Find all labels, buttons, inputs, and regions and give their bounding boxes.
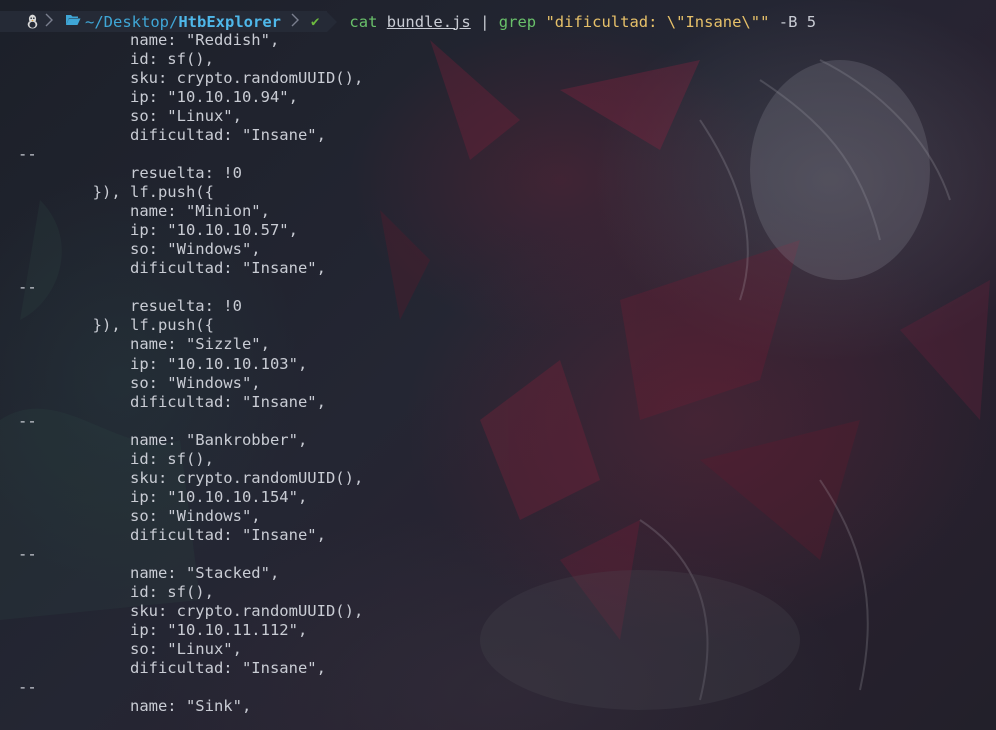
grep-separator: -- [18, 411, 37, 430]
output-line: name: "Minion", [18, 202, 270, 221]
command-name: cat [349, 12, 378, 31]
output-line: sku: crypto.randomUUID(), [18, 601, 364, 620]
directory-segment: ~/Desktop/HtbExplorer [57, 11, 307, 32]
os-segment [0, 11, 57, 32]
output-line: resuelta: !0 [18, 164, 242, 183]
output-line: name: "Sizzle", [18, 335, 270, 354]
command-flag: -B 5 [778, 12, 817, 31]
output-line: name: "Bankrobber", [18, 430, 308, 449]
command-file-arg: bundle.js [386, 12, 471, 31]
terminal-window[interactable]: ~/Desktop/HtbExplorer ✔ cat bundle.js | … [0, 0, 996, 730]
output-line: so: "Linux", [18, 639, 242, 658]
check-icon: ✔ [310, 13, 320, 30]
current-directory: HtbExplorer [178, 12, 281, 31]
command-grep: grep [498, 12, 537, 31]
output-line: so: "Windows", [18, 373, 261, 392]
output-line: id: sf(), [18, 50, 214, 69]
linux-tux-icon [26, 14, 39, 29]
directory-path: ~/Desktop/ [85, 12, 179, 31]
status-segment: ✔ [306, 11, 328, 32]
output-line: so: "Linux", [18, 107, 242, 126]
folder-open-icon [65, 13, 81, 30]
output-line: so: "Windows", [18, 506, 261, 525]
output-line: name: "Stacked", [18, 563, 280, 582]
chevron-right-icon [291, 13, 299, 31]
output-line: id: sf(), [18, 449, 214, 468]
chevron-right-icon [45, 13, 53, 31]
command-pattern: "dificultad: \"Insane\"" [545, 12, 770, 31]
grep-separator: -- [18, 278, 37, 297]
output-line: ip: "10.10.10.103", [18, 354, 308, 373]
output-line: }), lf.push({ [18, 316, 214, 335]
grep-separator: -- [18, 544, 37, 563]
output-line: ip: "10.10.10.154", [18, 487, 308, 506]
output-line: ip: "10.10.10.94", [18, 88, 298, 107]
grep-separator: -- [18, 678, 37, 697]
output-line: dificultad: "Insane", [18, 658, 326, 677]
output-line: sku: crypto.randomUUID(), [18, 468, 364, 487]
output-line: name: "Sink", [18, 697, 252, 716]
grep-separator: -- [18, 145, 37, 164]
output-line: name: "Reddish", [18, 31, 280, 49]
command-input[interactable]: cat bundle.js | grep "dificultad: \"Insa… [349, 13, 816, 31]
output-line: sku: crypto.randomUUID(), [18, 69, 364, 88]
output-line: ip: "10.10.10.57", [18, 221, 298, 240]
output-line: dificultad: "Insane", [18, 126, 326, 145]
shell-prompt: ~/Desktop/HtbExplorer ✔ cat bundle.js | … [0, 11, 816, 32]
output-line: so: "Windows", [18, 240, 261, 259]
prompt-arrow [327, 11, 338, 32]
output-line: ip: "10.10.11.112", [18, 620, 308, 639]
command-pipe: | [480, 12, 490, 31]
output-line: dificultad: "Insane", [18, 392, 326, 411]
output-line: dificultad: "Insane", [18, 525, 326, 544]
output-line: dificultad: "Insane", [18, 259, 326, 278]
output-line: id: sf(), [18, 582, 214, 601]
output-line: resuelta: !0 [18, 297, 242, 316]
output-line: }), lf.push({ [18, 183, 214, 202]
